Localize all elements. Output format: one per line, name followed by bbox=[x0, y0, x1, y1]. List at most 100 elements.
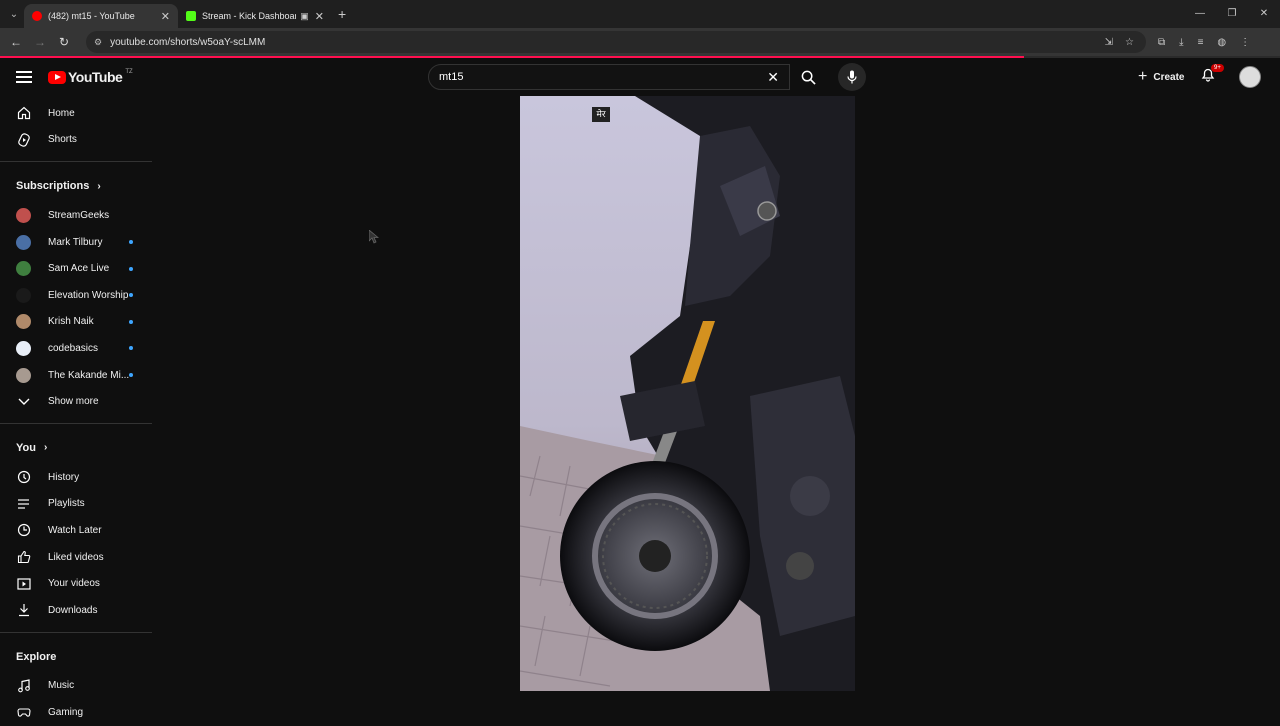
tab-search-button[interactable]: ⌄ bbox=[4, 4, 24, 24]
notifications-button[interactable]: 9+ bbox=[1200, 64, 1224, 88]
new-content-dot bbox=[129, 266, 133, 271]
tab-kick[interactable]: Stream - Kick Dashboard ▣ ✕ bbox=[178, 4, 332, 28]
sidebar-item-label: Liked videos bbox=[48, 551, 104, 563]
sidebar-item-label: Shorts bbox=[48, 134, 77, 146]
browser-tab-strip: ⌄ (482) mt15 - YouTube ✕ Stream - Kick D… bbox=[0, 0, 1280, 28]
shorts-icon bbox=[16, 132, 32, 148]
search-input[interactable]: mt15 ✕ bbox=[428, 64, 790, 90]
window-controls: — ❐ ✕ bbox=[1184, 0, 1280, 28]
sidebar-item-label: Your videos bbox=[48, 578, 100, 590]
account-avatar[interactable] bbox=[1239, 66, 1261, 88]
home-icon bbox=[16, 105, 32, 121]
channel-avatar bbox=[16, 340, 31, 356]
gaming-icon bbox=[16, 704, 32, 720]
extensions-icon[interactable]: ⧉ bbox=[1158, 37, 1165, 48]
bookmark-star-icon[interactable]: ☆ bbox=[1125, 37, 1134, 48]
divider bbox=[0, 161, 152, 163]
search-value: mt15 bbox=[439, 71, 464, 83]
sidebar-item-label: Krish Naik bbox=[48, 316, 94, 328]
reload-icon[interactable]: ↻ bbox=[52, 35, 76, 49]
subscriptions-header[interactable]: Subscriptions › bbox=[0, 170, 154, 202]
tab-youtube[interactable]: (482) mt15 - YouTube ✕ bbox=[24, 4, 178, 28]
sidebar-item-label: Gaming bbox=[48, 706, 84, 718]
like-icon bbox=[16, 549, 32, 565]
sidebar-item-label: Watch Later bbox=[48, 524, 102, 536]
notification-badge: 9+ bbox=[1211, 64, 1224, 72]
new-content-dot bbox=[129, 293, 133, 298]
channel-avatar bbox=[16, 207, 31, 223]
shorts-video-player[interactable]: मेर bbox=[520, 96, 855, 691]
sidebar-item-music[interactable]: Music bbox=[0, 673, 154, 700]
back-icon[interactable]: ← bbox=[4, 35, 28, 49]
channel-avatar bbox=[16, 367, 31, 383]
sidebar-subscription-item[interactable]: StreamGeeks bbox=[0, 202, 154, 229]
new-tab-button[interactable]: + bbox=[338, 6, 346, 22]
music-icon bbox=[16, 678, 32, 694]
section-title: You bbox=[16, 441, 36, 454]
youtube-play-icon bbox=[48, 70, 66, 84]
voice-search-button[interactable] bbox=[838, 63, 866, 91]
sidebar-item-history[interactable]: History bbox=[0, 464, 154, 491]
sidebar-item-label: Show more bbox=[48, 396, 99, 408]
close-tab-icon[interactable]: ✕ bbox=[161, 10, 170, 23]
chevron-right-icon: › bbox=[97, 180, 101, 192]
show-more-button[interactable]: Show more bbox=[0, 388, 154, 415]
close-window-icon[interactable]: ✕ bbox=[1248, 0, 1280, 28]
sidebar-item-label: Music bbox=[48, 680, 75, 692]
minimize-icon[interactable]: — bbox=[1184, 0, 1216, 28]
picture-in-picture-icon: ▣ bbox=[300, 10, 309, 21]
profile-icon[interactable]: ◍ bbox=[1217, 37, 1226, 48]
you-header[interactable]: You › bbox=[0, 432, 154, 464]
download-icon bbox=[16, 602, 32, 618]
sidebar-item-playlists[interactable]: Playlists bbox=[0, 491, 154, 518]
new-content-dot bbox=[129, 319, 133, 324]
menu-icon[interactable] bbox=[16, 68, 32, 86]
search-button[interactable] bbox=[790, 64, 826, 90]
watch-later-icon bbox=[16, 522, 32, 538]
sidebar-item-home[interactable]: Home bbox=[0, 100, 154, 127]
sidebar-item-label: StreamGeeks bbox=[48, 209, 110, 221]
sidebar-subscription-item[interactable]: Sam Ace Live bbox=[0, 255, 154, 282]
restore-icon[interactable]: ❐ bbox=[1216, 0, 1248, 28]
channel-avatar bbox=[16, 261, 31, 277]
sidebar-item-liked-videos[interactable]: Liked videos bbox=[0, 544, 154, 571]
channel-avatar bbox=[16, 287, 31, 303]
sidebar-item-label: Sam Ace Live bbox=[48, 263, 110, 275]
create-button[interactable]: + Create bbox=[1128, 64, 1194, 90]
sidebar-item-watch-later[interactable]: Watch Later bbox=[0, 517, 154, 544]
new-content-dot bbox=[129, 373, 133, 378]
sidebar-item-label: codebasics bbox=[48, 342, 99, 354]
sidebar-item-label: Elevation Worship bbox=[48, 289, 129, 301]
search-icon bbox=[801, 70, 816, 85]
playlists-icon bbox=[16, 496, 32, 512]
youtube-logo[interactable]: YouTube TZ bbox=[48, 69, 133, 85]
sidebar-subscription-item[interactable]: codebasics bbox=[0, 335, 154, 362]
sidebar-item-gaming[interactable]: Gaming bbox=[0, 699, 154, 726]
clear-search-icon[interactable]: ✕ bbox=[767, 69, 779, 86]
browser-menu-icon[interactable]: ⋮ bbox=[1240, 37, 1250, 48]
close-tab-icon[interactable]: ✕ bbox=[315, 10, 324, 23]
channel-avatar bbox=[16, 234, 31, 250]
install-app-icon[interactable]: ⇲ bbox=[1105, 37, 1113, 48]
sidebar-item-downloads[interactable]: Downloads bbox=[0, 597, 154, 624]
sidebar-subscription-item[interactable]: Elevation Worship bbox=[0, 282, 154, 309]
media-control-icon[interactable]: ≡ bbox=[1198, 37, 1204, 48]
site-info-icon[interactable]: ⚙ bbox=[94, 37, 102, 48]
forward-icon[interactable]: → bbox=[28, 35, 52, 49]
section-title: Subscriptions bbox=[16, 180, 90, 193]
sidebar-item-shorts[interactable]: Shorts bbox=[0, 127, 154, 154]
address-bar[interactable]: ⚙ youtube.com/shorts/w5oaY-scLMM ⇲ ☆ bbox=[86, 31, 1146, 53]
divider bbox=[0, 631, 152, 633]
sidebar-item-label: Downloads bbox=[48, 604, 98, 616]
sidebar-subscription-item[interactable]: The Kakande Mi... bbox=[0, 362, 154, 389]
new-content-dot bbox=[129, 346, 133, 351]
youtube-favicon-icon bbox=[32, 11, 42, 21]
country-code: TZ bbox=[125, 69, 133, 75]
sidebar-subscription-item[interactable]: Krish Naik bbox=[0, 309, 154, 336]
sidebar-item-your-videos[interactable]: Your videos bbox=[0, 570, 154, 597]
downloads-icon[interactable]: ⤓ bbox=[1179, 37, 1183, 48]
sidebar-subscription-item[interactable]: Mark Tilbury bbox=[0, 229, 154, 256]
chevron-down-icon bbox=[16, 394, 32, 410]
section-title: Explore bbox=[16, 650, 57, 663]
chevron-right-icon: › bbox=[43, 442, 48, 454]
